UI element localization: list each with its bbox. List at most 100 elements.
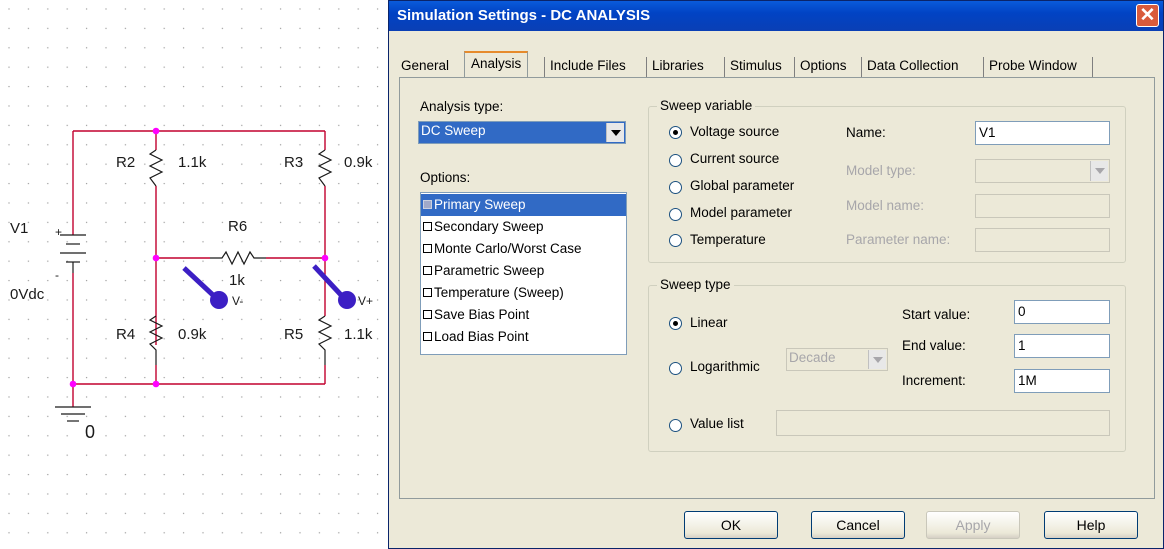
option-label: Parametric Sweep — [434, 263, 545, 278]
checkbox-icon[interactable] — [423, 332, 432, 341]
option-label: Primary Sweep — [434, 197, 526, 212]
radio-global-parameter[interactable] — [669, 181, 682, 194]
sweep-variable-title: Sweep variable — [657, 98, 756, 113]
end-value-input[interactable]: 1 — [1014, 334, 1110, 358]
option-save-bias-point[interactable]: Save Bias Point — [421, 304, 626, 326]
tab-separator — [861, 57, 862, 77]
minus-sign-label: - — [55, 268, 59, 282]
global-parameter-label[interactable]: Global parameter — [690, 178, 794, 193]
voltage-source-label[interactable]: Voltage source — [690, 124, 779, 139]
r2-name-label: R2 — [116, 154, 136, 171]
apply-button[interactable]: Apply — [926, 511, 1020, 539]
v1-value-label: 0Vdc — [10, 286, 45, 303]
logarithmic-label[interactable]: Logarithmic — [690, 359, 760, 374]
cancel-button[interactable]: Cancel — [811, 511, 905, 539]
tab-separator — [646, 57, 647, 77]
plus-sign-label: + — [55, 225, 63, 239]
r4-name-label: R4 — [116, 326, 136, 343]
value-list-input[interactable] — [776, 410, 1110, 436]
checkbox-icon[interactable] — [423, 310, 432, 319]
current-source-label[interactable]: Current source — [690, 151, 779, 166]
option-primary-sweep[interactable]: Primary Sweep — [421, 194, 626, 216]
radio-model-parameter[interactable] — [669, 208, 682, 221]
tab-separator — [544, 57, 545, 77]
ok-button[interactable]: OK — [684, 511, 778, 539]
model-type-label: Model type: — [846, 163, 916, 178]
close-icon: ✕ — [1139, 5, 1156, 26]
chevron-down-icon[interactable] — [868, 350, 886, 369]
r5-value-label: 1.1k — [344, 326, 373, 343]
sweep-type-title: Sweep type — [657, 277, 734, 292]
start-value-input[interactable]: 0 — [1014, 300, 1110, 324]
chevron-down-icon[interactable] — [606, 123, 624, 142]
option-secondary-sweep[interactable]: Secondary Sweep — [421, 216, 626, 238]
r6-name-label: R6 — [228, 218, 248, 235]
radio-value-list[interactable] — [669, 419, 682, 432]
option-load-bias-point[interactable]: Load Bias Point — [421, 326, 626, 348]
radio-voltage-source[interactable] — [669, 126, 682, 139]
tab-stimulus[interactable]: Stimulus — [728, 55, 784, 77]
checkbox-checked-icon[interactable] — [423, 200, 432, 209]
option-label: Monte Carlo/Worst Case — [434, 241, 582, 256]
radio-current-source[interactable] — [669, 154, 682, 167]
increment-label: Increment: — [902, 373, 966, 388]
options-list: Primary Sweep Secondary Sweep Monte Carl… — [420, 192, 627, 355]
radio-temperature[interactable] — [669, 234, 682, 247]
option-label: Load Bias Point — [434, 329, 529, 344]
checkbox-icon[interactable] — [423, 266, 432, 275]
model-parameter-label[interactable]: Model parameter — [690, 205, 792, 220]
value-list-label[interactable]: Value list — [690, 416, 744, 431]
tab-probe-window[interactable]: Probe Window — [987, 55, 1079, 77]
tab-separator — [724, 57, 725, 77]
checkbox-icon[interactable] — [423, 222, 432, 231]
option-temperature-sweep[interactable]: Temperature (Sweep) — [421, 282, 626, 304]
temperature-label[interactable]: Temperature — [690, 232, 766, 247]
dialog-title: Simulation Settings - DC ANALYSIS — [397, 7, 651, 24]
option-label: Save Bias Point — [434, 307, 530, 322]
r3-name-label: R3 — [284, 154, 304, 171]
radio-logarithmic[interactable] — [669, 362, 682, 375]
tab-libraries[interactable]: Libraries — [650, 55, 706, 77]
model-name-input[interactable] — [975, 194, 1110, 218]
tab-include-files[interactable]: Include Files — [548, 55, 628, 77]
increment-input[interactable]: 1M — [1014, 369, 1110, 393]
probe-plus-label: V+ — [358, 294, 374, 308]
checkbox-icon[interactable] — [423, 244, 432, 253]
analysis-type-select[interactable]: DC Sweep — [418, 121, 626, 144]
tab-data-collection[interactable]: Data Collection — [865, 55, 961, 77]
tab-general[interactable]: General — [399, 55, 451, 77]
r4-value-label: 0.9k — [178, 326, 207, 343]
tab-separator — [1092, 57, 1093, 77]
linear-label[interactable]: Linear — [690, 315, 728, 330]
radio-linear[interactable] — [669, 317, 682, 330]
log-scale-value: Decade — [789, 350, 836, 365]
name-input[interactable]: V1 — [975, 121, 1110, 145]
checkbox-icon[interactable] — [423, 288, 432, 297]
r6-value-label: 1k — [229, 272, 245, 289]
option-parametric-sweep[interactable]: Parametric Sweep — [421, 260, 626, 282]
tab-options[interactable]: Options — [798, 55, 849, 77]
model-name-label: Model name: — [846, 198, 925, 213]
tab-separator — [983, 57, 984, 77]
analysis-type-label: Analysis type: — [420, 99, 504, 114]
dialog-titlebar[interactable]: Simulation Settings - DC ANALYSIS ✕ — [389, 1, 1163, 31]
model-type-select[interactable] — [975, 159, 1110, 183]
probe-minus-label: V- — [232, 294, 244, 308]
log-scale-select[interactable]: Decade — [786, 348, 888, 371]
parameter-name-input[interactable] — [975, 228, 1110, 252]
help-button[interactable]: Help — [1044, 511, 1138, 539]
option-monte-carlo[interactable]: Monte Carlo/Worst Case — [421, 238, 626, 260]
r2-value-label: 1.1k — [178, 154, 207, 171]
chevron-down-icon[interactable] — [1090, 161, 1108, 181]
option-label: Temperature (Sweep) — [434, 285, 564, 300]
r5-name-label: R5 — [284, 326, 304, 343]
options-label: Options: — [420, 170, 471, 185]
end-value-label: End value: — [902, 338, 966, 353]
close-button[interactable]: ✕ — [1136, 4, 1159, 27]
analysis-type-value: DC Sweep — [421, 123, 486, 138]
option-label: Secondary Sweep — [434, 219, 544, 234]
ground-label: 0 — [85, 422, 96, 442]
parameter-name-label: Parameter name: — [846, 232, 951, 247]
schematic-canvas[interactable]: V1 0Vdc + - R2 1.1k R3 0.9k R6 1k V- V+ … — [0, 0, 388, 549]
tab-analysis[interactable]: Analysis — [464, 51, 529, 77]
